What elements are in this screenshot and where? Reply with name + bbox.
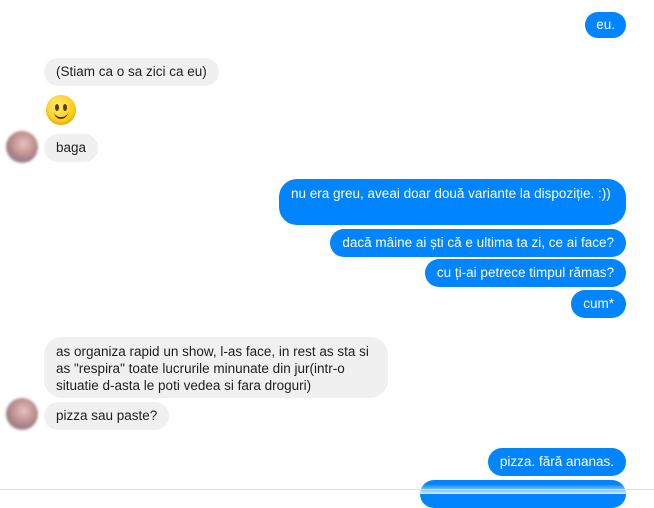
message-text: cu ți-ai petrece timpul rămas? <box>436 265 614 280</box>
composer-divider <box>0 489 654 490</box>
contact-avatar[interactable] <box>6 398 38 430</box>
message-bubble-outgoing[interactable]: pizza. fără ananas. <box>487 448 626 476</box>
message-bubble-outgoing[interactable]: cu ți-ai petrece timpul rămas? <box>424 259 626 287</box>
message-bubble-outgoing[interactable]: cum* <box>571 290 626 318</box>
message-text: as organiza rapid un show, l-as face, in… <box>56 344 369 393</box>
message-bubble-incoming[interactable]: as organiza rapid un show, l-as face, in… <box>44 337 388 398</box>
slightly-smiling-face-icon[interactable] <box>46 95 76 125</box>
message-bubble-incoming[interactable]: (Stiam ca o sa zici ca eu) <box>44 58 219 86</box>
message-text: nu era greu, aveai doar două variante la… <box>291 186 611 201</box>
message-text: cum* <box>583 296 614 311</box>
message-text: pizza. fără ananas. <box>499 454 614 469</box>
message-bubble-outgoing[interactable]: nu era greu, aveai doar două variante la… <box>279 179 626 225</box>
message-text: baga <box>56 140 87 155</box>
message-text: dacă mâine ai ști că e ultima ta zi, ce … <box>342 235 614 250</box>
message-bubble-incoming[interactable]: pizza sau paste? <box>44 402 170 430</box>
contact-avatar[interactable] <box>6 131 38 163</box>
message-text: (Stiam ca o sa zici ca eu) <box>56 64 207 79</box>
message-bubble-incoming[interactable]: baga <box>44 134 99 162</box>
message-bubble-outgoing[interactable]: dacă mâine ai ști că e ultima ta zi, ce … <box>330 229 626 257</box>
message-bubble-outgoing[interactable]: eu. <box>585 12 626 38</box>
message-text: pizza sau paste? <box>56 408 158 423</box>
message-text: eu. <box>596 17 615 32</box>
